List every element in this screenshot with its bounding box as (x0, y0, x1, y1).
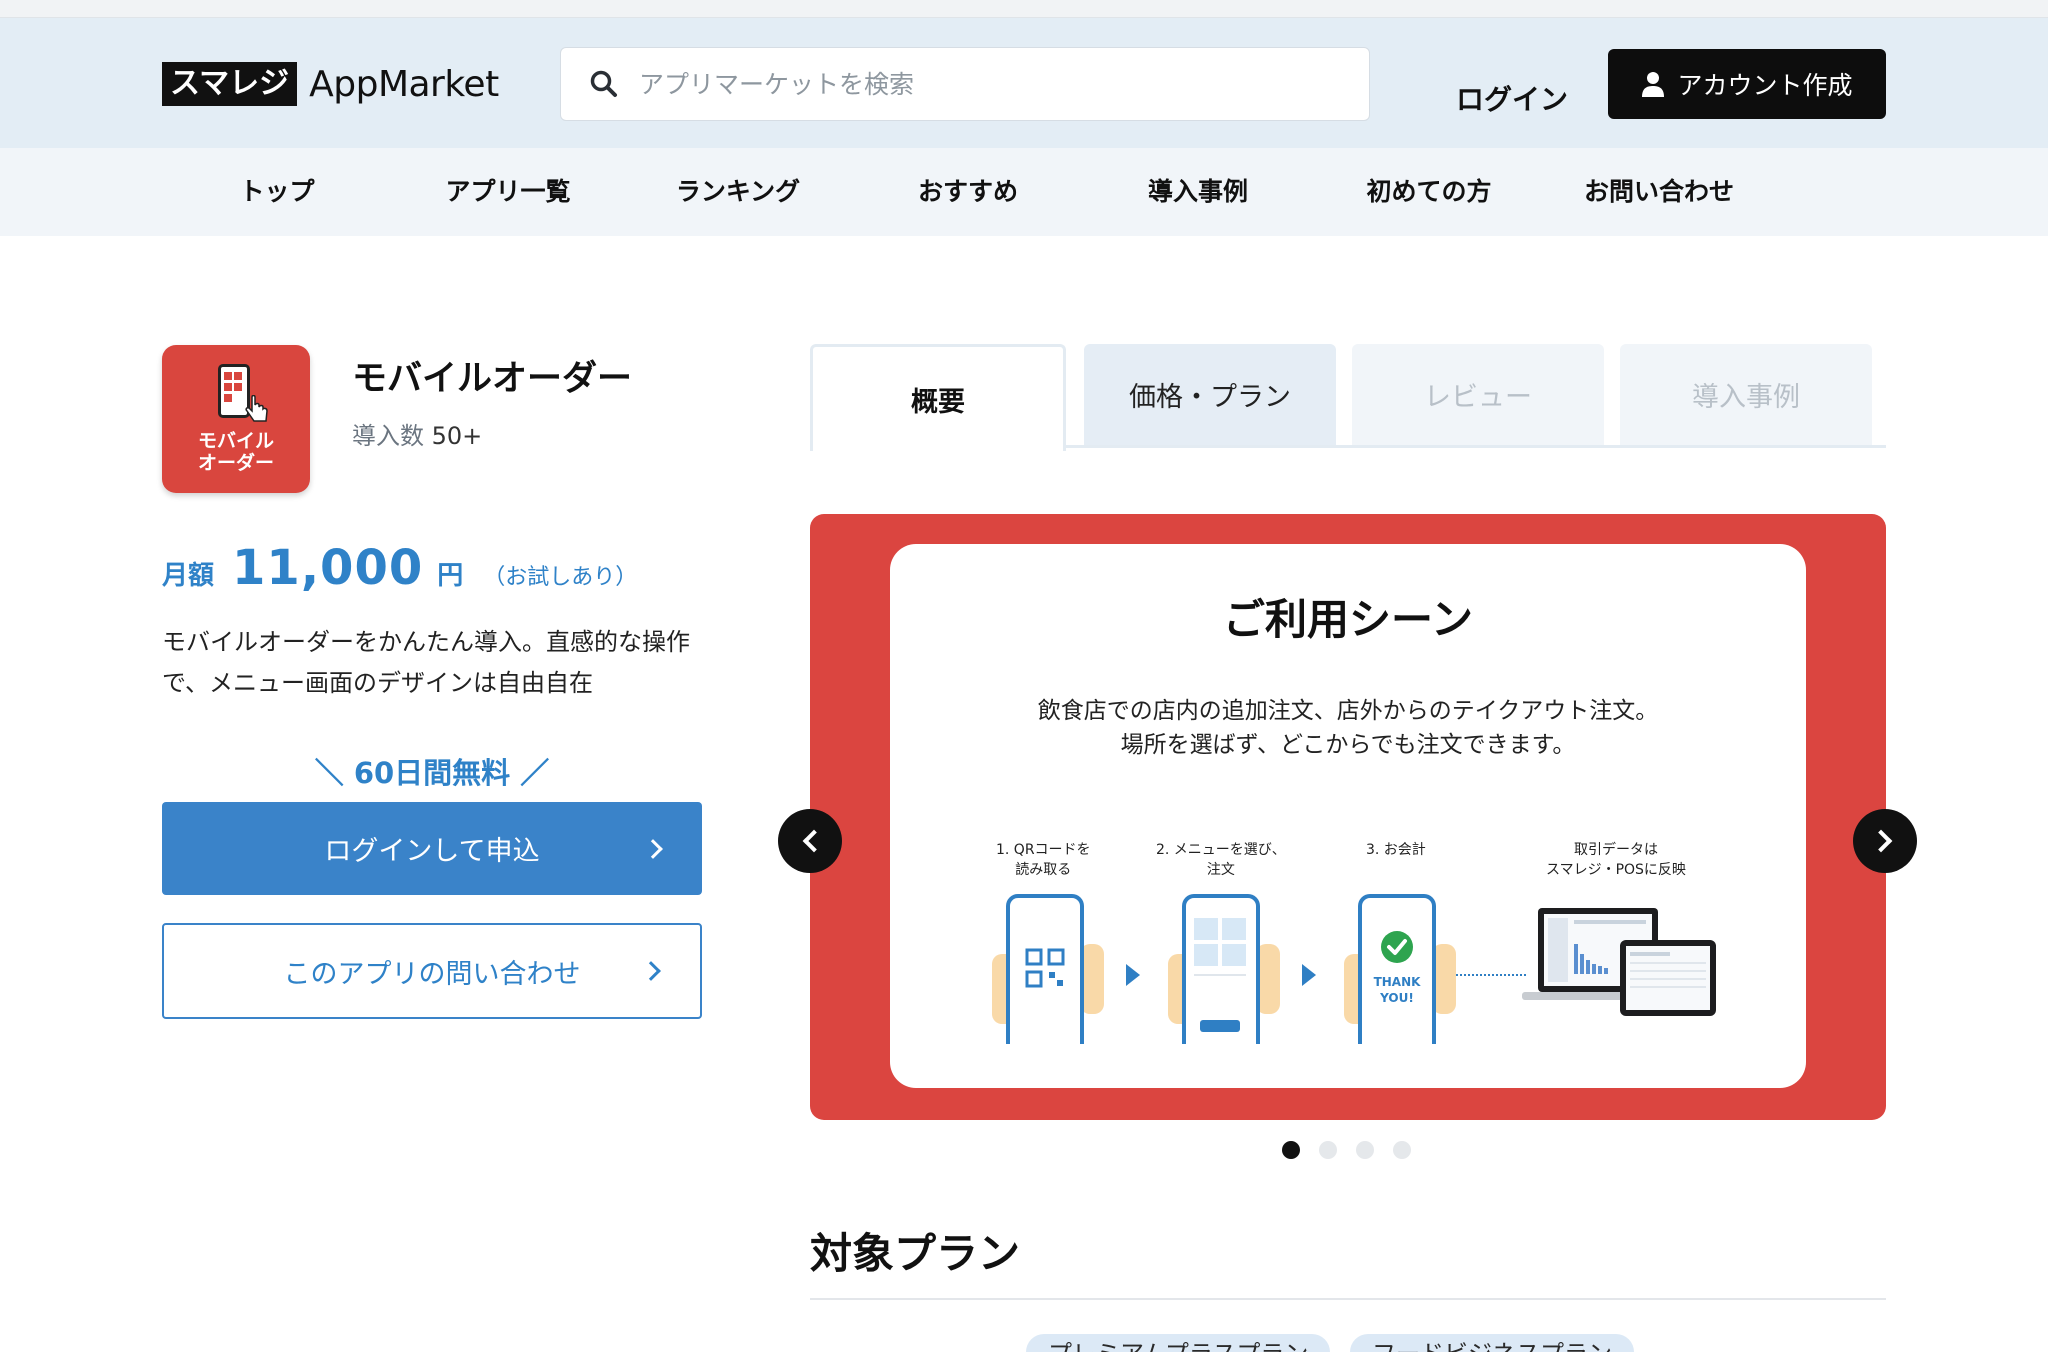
arrow-right-icon (1302, 964, 1316, 986)
phone-qr-illustration (1006, 894, 1084, 1044)
detail-tabs: 概要 価格・プラン レビュー 導入事例 (810, 344, 1886, 451)
step-label-3: 3. お会計 (1366, 842, 1426, 858)
tab-overview[interactable]: 概要 (810, 344, 1066, 451)
carousel-dot-2[interactable] (1319, 1141, 1337, 1159)
carousel-pagination (1282, 1141, 1430, 1159)
chevron-right-icon (643, 838, 663, 859)
menu-items-icon (1194, 918, 1246, 1032)
phone-menu-illustration (1182, 894, 1260, 1044)
target-plans-title: 対象プラン (810, 1229, 1021, 1278)
phone-thankyou-illustration: THANK YOU! (1358, 894, 1436, 1044)
site-header: スマレジ AppMarket ログイン アカウント作成 (0, 18, 2048, 148)
nav-item-ranking[interactable]: ランキング (676, 148, 800, 236)
slide-title: ご利用シーン (1223, 595, 1473, 644)
price-unit: 円 (437, 561, 464, 591)
section-divider (810, 1298, 1886, 1300)
free-period-label: ＼ 60日間無料 ／ (314, 756, 550, 790)
nav-item-beginners[interactable]: 初めての方 (1366, 148, 1491, 236)
chevron-right-icon (641, 961, 661, 981)
install-count-value: 50+ (431, 422, 483, 450)
arrow-right-icon (1126, 964, 1140, 986)
plan-chip: プレミアムプラスプラン (1026, 1334, 1331, 1352)
logo-badge: スマレジ (162, 62, 298, 106)
qr-code-icon (1025, 948, 1065, 988)
app-icon-label: モバイル オーダー (197, 430, 274, 474)
carousel-dot-3[interactable] (1356, 1141, 1374, 1159)
carousel-dot-1[interactable] (1282, 1141, 1300, 1159)
slide-card: ご利用シーン 飲食店での店内の追加注文、店外からのテイクアウト注文。 場所を選ば… (890, 544, 1806, 1088)
site-logo[interactable]: スマレジ AppMarket (162, 62, 499, 106)
create-account-label: アカウント作成 (1677, 71, 1853, 100)
check-circle-icon (1381, 931, 1413, 963)
install-count: 導入数 50+ (352, 416, 482, 451)
login-apply-button[interactable]: ログインして申込 (162, 802, 702, 895)
pos-devices-illustration (1522, 908, 1716, 1016)
login-apply-label: ログインして申込 (324, 836, 540, 867)
tab-pricing[interactable]: 価格・プラン (1084, 344, 1336, 445)
nav-item-contact[interactable]: お問い合わせ (1584, 148, 1734, 236)
carousel-next-button[interactable] (1853, 809, 1917, 873)
price: 月額 11,000 円 （お試しあり） (162, 540, 637, 596)
step-label-2: 2. メニューを選び、 注文 (1156, 842, 1286, 878)
browser-top-strip (0, 0, 2048, 18)
app-name: モバイルオーダー (352, 359, 633, 399)
slide-text: 飲食店での店内の追加注文、店外からのテイクアウト注文。 場所を選ばず、どこからで… (1037, 698, 1659, 758)
price-amount: 11,000 (232, 540, 424, 596)
screenshot-carousel: ご利用シーン 飲食店での店内の追加注文、店外からのテイクアウト注文。 場所を選ば… (810, 514, 1886, 1120)
plan-chip: フードビジネスプラン (1350, 1334, 1634, 1352)
tab-reviews: レビュー (1352, 344, 1604, 445)
create-account-button[interactable]: アカウント作成 (1608, 49, 1886, 119)
search-input[interactable] (639, 69, 1339, 99)
step-label-1: 1. QRコードを 読み取る (996, 842, 1091, 878)
install-count-label: 導入数 (352, 422, 424, 450)
carousel-dot-4[interactable] (1393, 1141, 1411, 1159)
trial-note: （お試しあり） (483, 565, 638, 590)
nav-item-top[interactable]: トップ (239, 148, 314, 236)
app-inquiry-label: このアプリの問い合わせ (283, 958, 581, 990)
nav-item-app-list[interactable]: アプリ一覧 (445, 148, 570, 236)
thank-you-text: THANK YOU! (1373, 975, 1421, 1005)
app-icon: モバイル オーダー (162, 345, 310, 493)
step-label-4: 取引データは スマレジ・POSに反映 (1546, 842, 1686, 878)
dotted-connector (1456, 974, 1526, 976)
login-link[interactable]: ログイン (1456, 78, 1568, 118)
logo-text: AppMarket (309, 63, 499, 105)
tab-case-studies: 導入事例 (1620, 344, 1872, 445)
main-nav: トップ アプリ一覧 ランキング おすすめ 導入事例 初めての方 お問い合わせ (0, 148, 2048, 236)
tap-hand-icon (245, 395, 268, 422)
search-box[interactable] (560, 47, 1370, 121)
chevron-left-icon (802, 829, 826, 853)
nav-item-case-studies[interactable]: 導入事例 (1148, 148, 1248, 236)
nav-item-recommended[interactable]: おすすめ (918, 148, 1018, 236)
price-label: 月額 (162, 561, 215, 591)
chevron-right-icon (1869, 829, 1893, 853)
carousel-prev-button[interactable] (778, 809, 842, 873)
app-description: モバイルオーダーをかんたん導入。直感的な操作で、メニュー画面のデザインは自由自在 (162, 628, 690, 697)
search-icon (589, 69, 619, 99)
user-icon (1641, 70, 1665, 98)
app-inquiry-button[interactable]: このアプリの問い合わせ (162, 923, 702, 1019)
